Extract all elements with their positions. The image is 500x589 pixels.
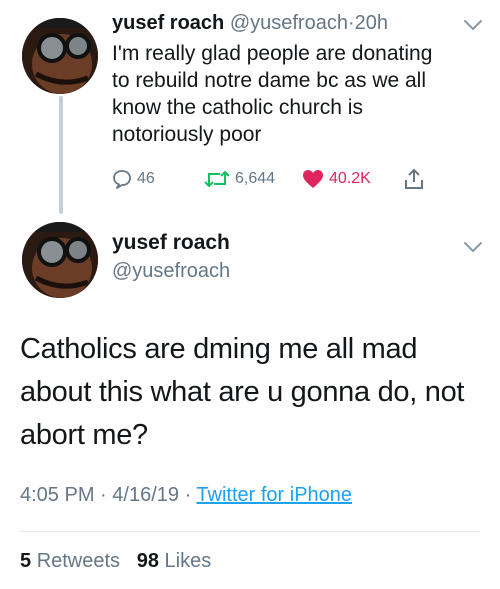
tweet-time[interactable]: 4:05 PM [20,484,94,506]
retweet-count: 6,644 [235,170,276,187]
handle[interactable]: @yusefroach [230,12,348,34]
chevron-down-icon[interactable] [462,240,484,254]
like-count: 40.2K [329,170,371,187]
tweet-stats: 5 Retweets 98 Likes [20,550,211,573]
display-name[interactable]: yusef roach [112,231,230,255]
likes-count: 98 [136,550,159,572]
handle[interactable]: @yusefroach [112,260,230,283]
retweets-stat[interactable]: 5 Retweets [20,550,120,572]
timestamp[interactable]: 20h [355,12,388,34]
display-name[interactable]: yusef roach [112,12,224,34]
reply-count: 46 [137,170,155,187]
retweet-icon [204,170,230,188]
separator: · [347,12,355,34]
share-button[interactable] [404,166,429,192]
retweets-label: Retweets [36,550,121,572]
avatar[interactable] [22,18,98,94]
divider [20,531,480,532]
tweet-text: I'm really glad people are donating to r… [112,42,433,146]
tweet-date[interactable]: 4/16/19 [112,484,179,506]
tweet-text: Catholics are dming me all mad about thi… [20,333,465,451]
share-icon [405,168,423,189]
retweets-count: 5 [20,550,32,572]
reply-button[interactable]: 46 [112,166,155,192]
reply-icon [113,170,131,189]
tweet-meta: 4:05 PM · 4/16/19 · Twitter for iPhone [20,484,353,506]
thread-line [59,96,63,214]
likes-stat[interactable]: 98 Likes [137,550,212,572]
tweet-header: yusef roach @yusefroach·20h [112,12,388,35]
retweet-button[interactable]: 6,644 [204,166,275,192]
heart-icon [303,170,323,188]
tweet-source-link[interactable]: Twitter for iPhone [196,484,352,506]
tweet-actions: 46 6,644 40.2K [112,166,432,192]
likes-label: Likes [164,550,212,572]
chevron-down-icon[interactable] [462,18,484,32]
like-button[interactable]: 40.2K [302,166,371,192]
avatar[interactable] [22,222,98,298]
